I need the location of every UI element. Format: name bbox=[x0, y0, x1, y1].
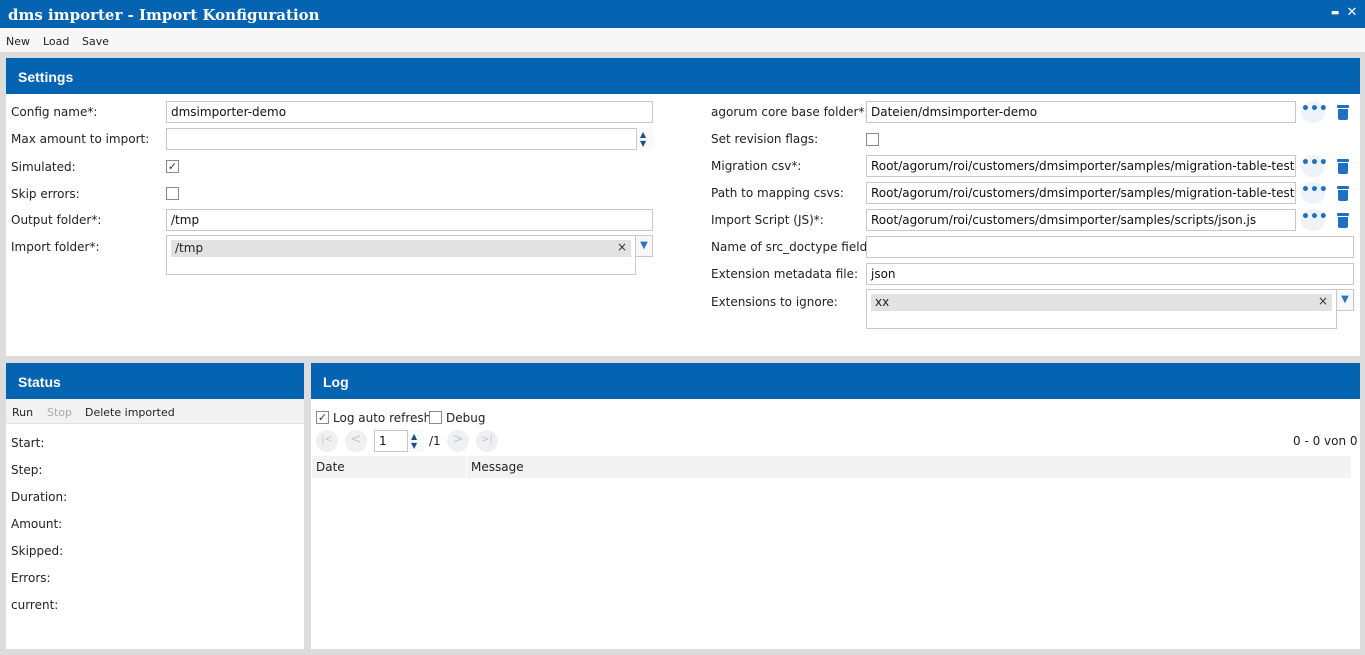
migration-csv-input[interactable]: Root/agorum/roi/customers/dmsimporter/sa… bbox=[866, 155, 1296, 177]
revision-flags-checkbox[interactable] bbox=[866, 133, 879, 146]
status-current-label: current: bbox=[11, 598, 59, 612]
trash-icon[interactable] bbox=[1337, 105, 1349, 120]
chevron-down-icon[interactable]: ▼ bbox=[635, 235, 653, 257]
status-start-label: Start: bbox=[11, 436, 45, 450]
prev-page-button[interactable]: < bbox=[345, 430, 367, 452]
base-folder-input[interactable]: Dateien/dmsimporter-demo bbox=[866, 101, 1296, 123]
base-folder-label: agorum core base folder*: bbox=[711, 105, 869, 119]
import-folder-label: Import folder*: bbox=[11, 240, 100, 254]
src-doctype-label: Name of src_doctype field: bbox=[711, 240, 872, 254]
import-script-label: Import Script (JS)*: bbox=[711, 213, 824, 227]
config-name-label: Config name*: bbox=[11, 105, 98, 119]
menu-load[interactable]: Load bbox=[43, 35, 69, 48]
import-folder-tag: /tmp × bbox=[171, 240, 631, 257]
tag-remove-icon[interactable]: × bbox=[1318, 294, 1328, 308]
settings-header: Settings bbox=[6, 58, 1360, 94]
status-header: Status bbox=[6, 363, 304, 399]
import-folder-tag-label: /tmp bbox=[175, 241, 204, 255]
trash-icon[interactable] bbox=[1337, 186, 1349, 201]
status-amount-label: Amount: bbox=[11, 517, 63, 531]
status-step-label: Step: bbox=[11, 463, 43, 477]
delete-imported-button[interactable]: Delete imported bbox=[85, 406, 175, 419]
log-auto-refresh-label: Log auto refresh bbox=[333, 411, 432, 425]
tag-remove-icon[interactable]: × bbox=[617, 240, 627, 254]
simulated-checkbox[interactable]: ✓ bbox=[166, 160, 179, 173]
menu-new[interactable]: New bbox=[6, 35, 30, 48]
ext-ignore-tag: xx × bbox=[871, 294, 1332, 311]
browse-migration-csv-button[interactable]: ••• bbox=[1301, 155, 1328, 177]
run-button[interactable]: Run bbox=[12, 406, 33, 419]
ext-metadata-label: Extension metadata file: bbox=[711, 267, 859, 281]
chevron-down-icon[interactable]: ▼ bbox=[1336, 289, 1354, 311]
close-icon[interactable]: ✕ bbox=[1345, 6, 1359, 20]
log-header: Log bbox=[311, 363, 1360, 399]
import-folder-tagbox[interactable]: /tmp × bbox=[166, 235, 636, 275]
last-page-button[interactable]: >| bbox=[476, 430, 498, 452]
max-amount-label: Max amount to import: bbox=[11, 132, 150, 146]
import-script-input[interactable]: Root/agorum/roi/customers/dmsimporter/sa… bbox=[866, 209, 1296, 231]
browse-mapping-csvs-button[interactable]: ••• bbox=[1301, 182, 1328, 204]
mapping-csvs-label: Path to mapping csvs: bbox=[711, 186, 844, 200]
ext-ignore-label: Extensions to ignore: bbox=[711, 295, 838, 309]
ext-ignore-tagbox[interactable]: xx × bbox=[866, 289, 1337, 329]
log-auto-refresh-checkbox[interactable]: ✓ bbox=[316, 411, 329, 424]
browse-import-script-button[interactable]: ••• bbox=[1301, 209, 1328, 231]
skip-errors-checkbox[interactable] bbox=[166, 187, 179, 200]
spin-down-icon[interactable]: ▼ bbox=[411, 441, 417, 450]
log-panel: Log ✓ Log auto refresh Debug |< < 1 ▲ ▼ … bbox=[311, 363, 1360, 649]
browse-base-folder-button[interactable]: ••• bbox=[1301, 101, 1328, 123]
max-amount-stepper[interactable]: ▲ ▼ bbox=[636, 128, 653, 150]
spin-up-icon[interactable]: ▲ bbox=[640, 130, 646, 139]
column-header-message[interactable]: Message bbox=[467, 456, 1351, 478]
max-amount-input[interactable] bbox=[166, 128, 653, 150]
output-folder-input[interactable]: /tmp bbox=[166, 209, 653, 231]
menu-bar: New Load Save bbox=[0, 28, 1365, 53]
src-doctype-input[interactable] bbox=[866, 236, 1354, 258]
page-total: /1 bbox=[429, 434, 441, 448]
stop-button[interactable]: Stop bbox=[47, 406, 72, 419]
trash-icon[interactable] bbox=[1337, 159, 1349, 174]
window-title: dms importer - Import Konfiguration bbox=[8, 6, 320, 24]
ext-metadata-input[interactable]: json bbox=[866, 263, 1354, 285]
output-folder-label: Output folder*: bbox=[11, 213, 102, 227]
ext-ignore-tag-label: xx bbox=[875, 295, 890, 309]
status-errors-label: Errors: bbox=[11, 571, 51, 585]
revision-flags-label: Set revision flags: bbox=[711, 132, 819, 146]
status-toolbar: Run Stop Delete imported bbox=[6, 399, 304, 424]
trash-icon[interactable] bbox=[1337, 213, 1349, 228]
minimize-icon[interactable]: ▬ bbox=[1328, 6, 1342, 20]
spin-up-icon[interactable]: ▲ bbox=[411, 432, 417, 441]
status-skipped-label: Skipped: bbox=[11, 544, 64, 558]
page-number-stepper[interactable]: ▲ ▼ bbox=[407, 430, 424, 452]
spin-down-icon[interactable]: ▼ bbox=[640, 139, 646, 148]
window-titlebar: dms importer - Import Konfiguration ▬ ✕ bbox=[0, 0, 1365, 28]
log-range-text: 0 - 0 von 0 bbox=[1293, 434, 1358, 448]
config-name-input[interactable]: dmsimporter-demo bbox=[166, 101, 653, 123]
column-header-date[interactable]: Date bbox=[312, 456, 466, 478]
migration-csv-label: Migration csv*: bbox=[711, 159, 802, 173]
debug-label: Debug bbox=[446, 411, 486, 425]
skip-errors-label: Skip errors: bbox=[11, 187, 80, 201]
status-panel: Status Run Stop Delete imported Start: S… bbox=[6, 363, 304, 649]
settings-panel: Settings Config name*: dmsimporter-demo … bbox=[6, 58, 1360, 356]
first-page-button[interactable]: |< bbox=[316, 430, 338, 452]
next-page-button[interactable]: > bbox=[447, 430, 469, 452]
status-duration-label: Duration: bbox=[11, 490, 68, 504]
simulated-label: Simulated: bbox=[11, 160, 76, 174]
menu-save[interactable]: Save bbox=[82, 35, 109, 48]
mapping-csvs-input[interactable]: Root/agorum/roi/customers/dmsimporter/sa… bbox=[866, 182, 1296, 204]
debug-checkbox[interactable] bbox=[429, 411, 442, 424]
